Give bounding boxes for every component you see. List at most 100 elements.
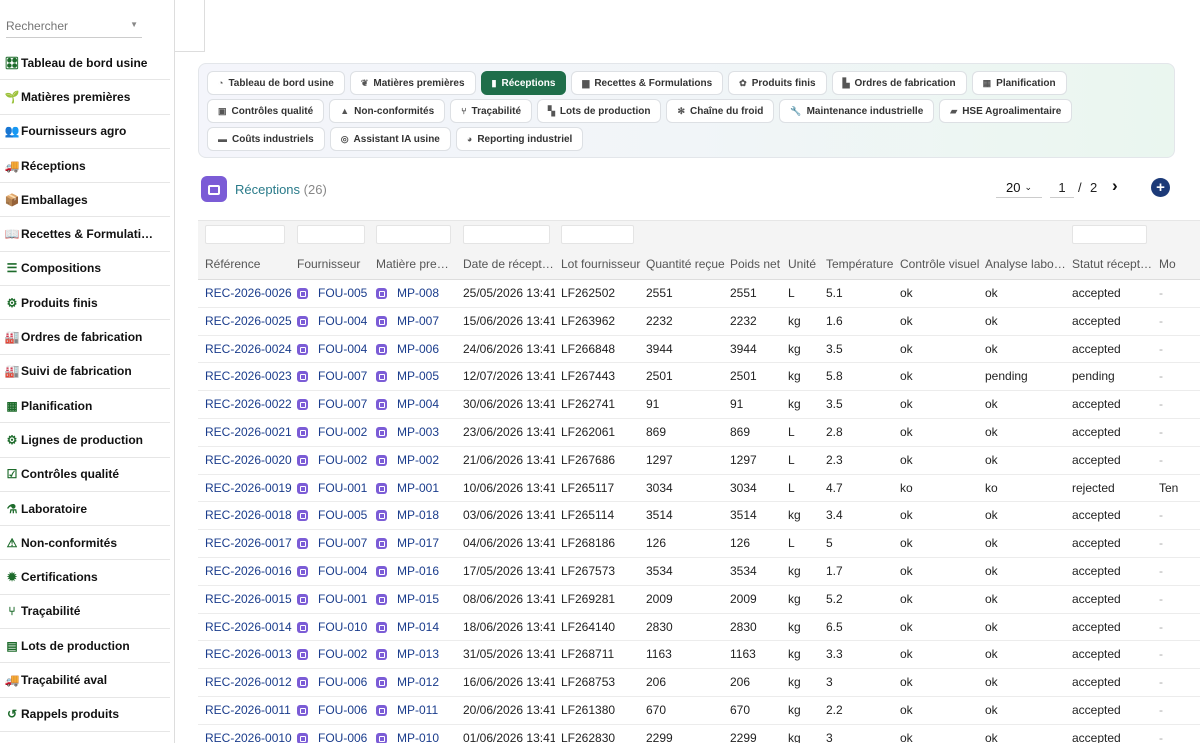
column-filter-input[interactable] [297,225,365,244]
column-filter-input[interactable] [205,225,285,244]
reference-link[interactable]: REC-2026-0017 [205,536,293,550]
sidebar-item[interactable]: ⚙ Lignes de production [0,423,170,458]
supplier-link[interactable]: FOU-004 [297,342,372,356]
module-tab[interactable]: ▲ Non-conformités [329,99,446,123]
supplier-link[interactable]: FOU-004 [297,314,372,328]
table-row[interactable]: REC-2026-0011 FOU-006 MP-011 20/06/2026 13:… [198,697,1200,725]
column-header[interactable]: Mo [1159,257,1199,271]
table-row[interactable]: REC-2026-0024 FOU-004 MP-006 24/06/2026 13:… [198,336,1200,364]
module-tab[interactable]: ◎ Assistant IA usine [329,127,451,151]
column-header[interactable]: Statut récept… [1072,257,1154,271]
sidebar-item[interactable]: 🎛 Tableau de bord usine [0,46,170,81]
reference-link[interactable]: REC-2026-0026 [205,286,293,300]
module-tab[interactable]: ❦ Matières premières [349,71,476,95]
supplier-link[interactable]: FOU-002 [297,647,372,661]
material-link[interactable]: MP-011 [376,703,458,717]
supplier-link[interactable]: FOU-006 [297,731,372,743]
sidebar-item[interactable]: ☰ Compositions [0,252,170,287]
material-link[interactable]: MP-001 [376,481,458,495]
reference-link[interactable]: REC-2026-0014 [205,620,293,634]
supplier-link[interactable]: FOU-007 [297,536,372,550]
page-size-select[interactable]: 20 ⌄ [996,178,1042,198]
material-link[interactable]: MP-002 [376,453,458,467]
module-tab[interactable]: ▣ Contrôles qualité [207,99,325,123]
module-tab[interactable]: ◕ Reporting industriel [455,127,584,151]
reference-link[interactable]: REC-2026-0023 [205,369,293,383]
module-tab[interactable]: ▦ Planification [971,71,1067,95]
supplier-link[interactable]: FOU-007 [297,369,372,383]
reference-link[interactable]: REC-2026-0022 [205,397,293,411]
supplier-link[interactable]: FOU-005 [297,508,372,522]
module-tab[interactable]: ▬ Coûts industriels [207,127,325,151]
table-row[interactable]: REC-2026-0016 FOU-004 MP-016 17/05/2026 13:… [198,558,1200,586]
supplier-link[interactable]: FOU-001 [297,481,372,495]
reference-link[interactable]: REC-2026-0015 [205,592,293,606]
table-row[interactable]: REC-2026-0013 FOU-002 MP-013 31/05/2026 13:… [198,641,1200,670]
material-link[interactable]: MP-008 [376,286,458,300]
column-header[interactable]: Unité [788,257,823,271]
supplier-link[interactable]: FOU-004 [297,564,372,578]
chevron-down-icon[interactable]: ▼ [130,20,138,29]
module-tab[interactable]: ✻ Chaîne du froid [666,99,775,123]
column-header[interactable]: Date de réceptio… [463,257,555,271]
material-link[interactable]: MP-004 [376,397,458,411]
table-row[interactable]: REC-2026-0020 FOU-002 MP-002 21/06/2026 13:… [198,447,1200,475]
module-tab[interactable]: ⑂ Traçabilité [450,99,532,123]
module-tab[interactable]: ▚ Lots de production [537,99,662,123]
search-input[interactable] [6,16,126,36]
sidebar-item[interactable]: ☑ Contrôles qualité [0,458,170,492]
material-link[interactable]: MP-012 [376,675,458,689]
table-row[interactable]: REC-2026-0015 FOU-001 MP-015 08/06/2026 13:… [198,586,1200,614]
column-filter-input[interactable] [561,225,634,244]
column-header[interactable]: Référence [205,257,293,271]
module-tab[interactable]: ▙ Ordres de fabrication [831,71,967,95]
supplier-link[interactable]: FOU-006 [297,703,372,717]
sidebar-item[interactable]: ✹ Certifications [0,560,170,595]
reference-link[interactable]: REC-2026-0011 [205,703,293,717]
sidebar-item[interactable]: 👥 Fournisseurs agro [0,115,170,149]
supplier-link[interactable]: FOU-010 [297,620,372,634]
current-page-input[interactable]: 1 [1050,178,1074,198]
column-filter-input[interactable] [376,225,451,244]
sidebar-item[interactable]: 🏭 Ordres de fabrication [0,320,170,355]
reference-link[interactable]: REC-2026-0021 [205,425,293,439]
sidebar-item[interactable]: 🏭 Suivi de fabrication [0,355,170,389]
table-row[interactable]: REC-2026-0025 FOU-004 MP-007 15/06/2026 13:… [198,308,1200,336]
table-row[interactable]: REC-2026-0010 FOU-006 MP-010 01/06/2026 13:… [198,725,1200,743]
material-link[interactable]: MP-013 [376,647,458,661]
supplier-link[interactable]: FOU-007 [297,397,372,411]
material-link[interactable]: MP-010 [376,731,458,743]
material-link[interactable]: MP-017 [376,536,458,550]
column-header[interactable]: Contrôle visuel [900,257,982,271]
column-header[interactable]: Poids net [730,257,785,271]
module-tab[interactable]: ◔ Tableau de bord usine [207,71,345,95]
reference-link[interactable]: REC-2026-0016 [205,564,293,578]
module-tab[interactable]: ✿ Produits finis [728,71,827,95]
module-tab[interactable]: ▰ HSE Agroalimentaire [939,99,1073,123]
sidebar-item[interactable]: ↺ Rappels produits [0,698,170,732]
supplier-link[interactable]: FOU-005 [297,286,372,300]
sidebar-item[interactable]: ⚙ Produits finis [0,286,170,321]
reference-link[interactable]: REC-2026-0024 [205,342,293,356]
reference-link[interactable]: REC-2026-0013 [205,647,293,661]
sidebar-item[interactable]: ⑂ Traçabilité [0,595,170,630]
reference-link[interactable]: REC-2026-0018 [205,508,293,522]
sidebar-item[interactable]: 🚚 Traçabilité aval [0,663,170,698]
supplier-link[interactable]: FOU-002 [297,453,372,467]
table-row[interactable]: REC-2026-0019 FOU-001 MP-001 10/06/2026 13:… [198,475,1200,503]
reference-link[interactable]: REC-2026-0010 [205,731,293,743]
table-row[interactable]: REC-2026-0023 FOU-007 MP-005 12/07/2026 13:… [198,363,1200,392]
next-page-icon[interactable]: › [1112,176,1118,196]
reference-link[interactable]: REC-2026-0025 [205,314,293,328]
table-row[interactable]: REC-2026-0014 FOU-010 MP-014 18/06/2026 13:… [198,614,1200,642]
column-filter-input[interactable] [1072,225,1147,244]
material-link[interactable]: MP-015 [376,592,458,606]
column-header[interactable]: Analyse labo… [985,257,1067,271]
table-row[interactable]: REC-2026-0018 FOU-005 MP-018 03/06/2026 13:… [198,502,1200,531]
table-row[interactable]: REC-2026-0022 FOU-007 MP-004 30/06/2026 13:… [198,391,1200,419]
material-link[interactable]: MP-014 [376,620,458,634]
column-header[interactable]: Température [826,257,896,271]
sidebar-item[interactable]: 🚚 Réceptions [0,149,170,184]
sidebar-item[interactable]: ▦ Planification [0,389,170,424]
reference-link[interactable]: REC-2026-0020 [205,453,293,467]
